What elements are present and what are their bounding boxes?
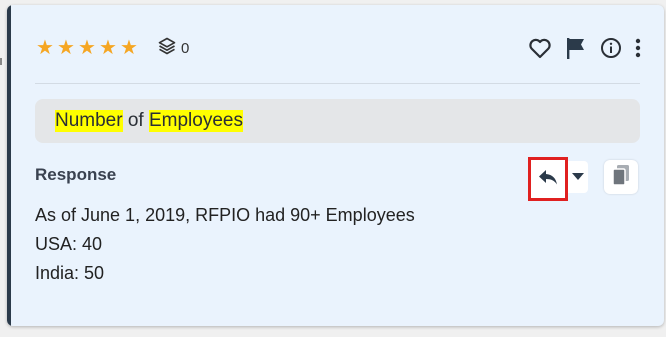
star-rating[interactable]: ★ ★ ★ ★ ★: [35, 38, 139, 58]
header-divider: [35, 83, 640, 84]
reply-dropdown-button[interactable]: [568, 161, 588, 193]
heart-icon[interactable]: [528, 37, 552, 59]
response-body: As of June 1, 2019, RFPIO had 90+ Employ…: [35, 201, 415, 288]
more-vertical-icon[interactable]: [634, 37, 642, 59]
question-highlight: Employees: [148, 110, 243, 132]
card-header: ★ ★ ★ ★ ★ 0: [35, 33, 642, 63]
info-icon[interactable]: [600, 37, 622, 59]
card-accent-bar: [7, 5, 11, 326]
star-icon[interactable]: ★: [35, 38, 55, 58]
caret-down-icon: [571, 168, 585, 186]
layers-icon: [157, 36, 181, 60]
star-icon[interactable]: ★: [119, 38, 139, 58]
question-text: Number of Employees: [35, 99, 640, 143]
layers-count[interactable]: 0: [157, 36, 189, 60]
response-line: As of June 1, 2019, RFPIO had 90+ Employ…: [35, 205, 415, 225]
response-line: USA: 40: [35, 234, 103, 254]
layers-count-value: 0: [181, 39, 190, 57]
reply-icon: [537, 167, 559, 192]
copy-button[interactable]: [604, 160, 638, 194]
star-icon[interactable]: ★: [56, 38, 76, 58]
scrollbar-marker: [0, 58, 2, 65]
response-label: Response: [35, 165, 117, 184]
reply-button[interactable]: [528, 157, 568, 201]
question-plain: of: [122, 110, 149, 131]
flag-icon[interactable]: [564, 36, 588, 60]
copy-icon: [610, 163, 632, 192]
question-highlight: Number: [55, 110, 123, 132]
card-actions: [528, 36, 642, 60]
answer-card: ★ ★ ★ ★ ★ 0 Number of Employees Response…: [7, 5, 664, 326]
star-icon[interactable]: ★: [98, 38, 118, 58]
response-line: India: 50: [35, 263, 105, 283]
star-icon[interactable]: ★: [77, 38, 97, 58]
